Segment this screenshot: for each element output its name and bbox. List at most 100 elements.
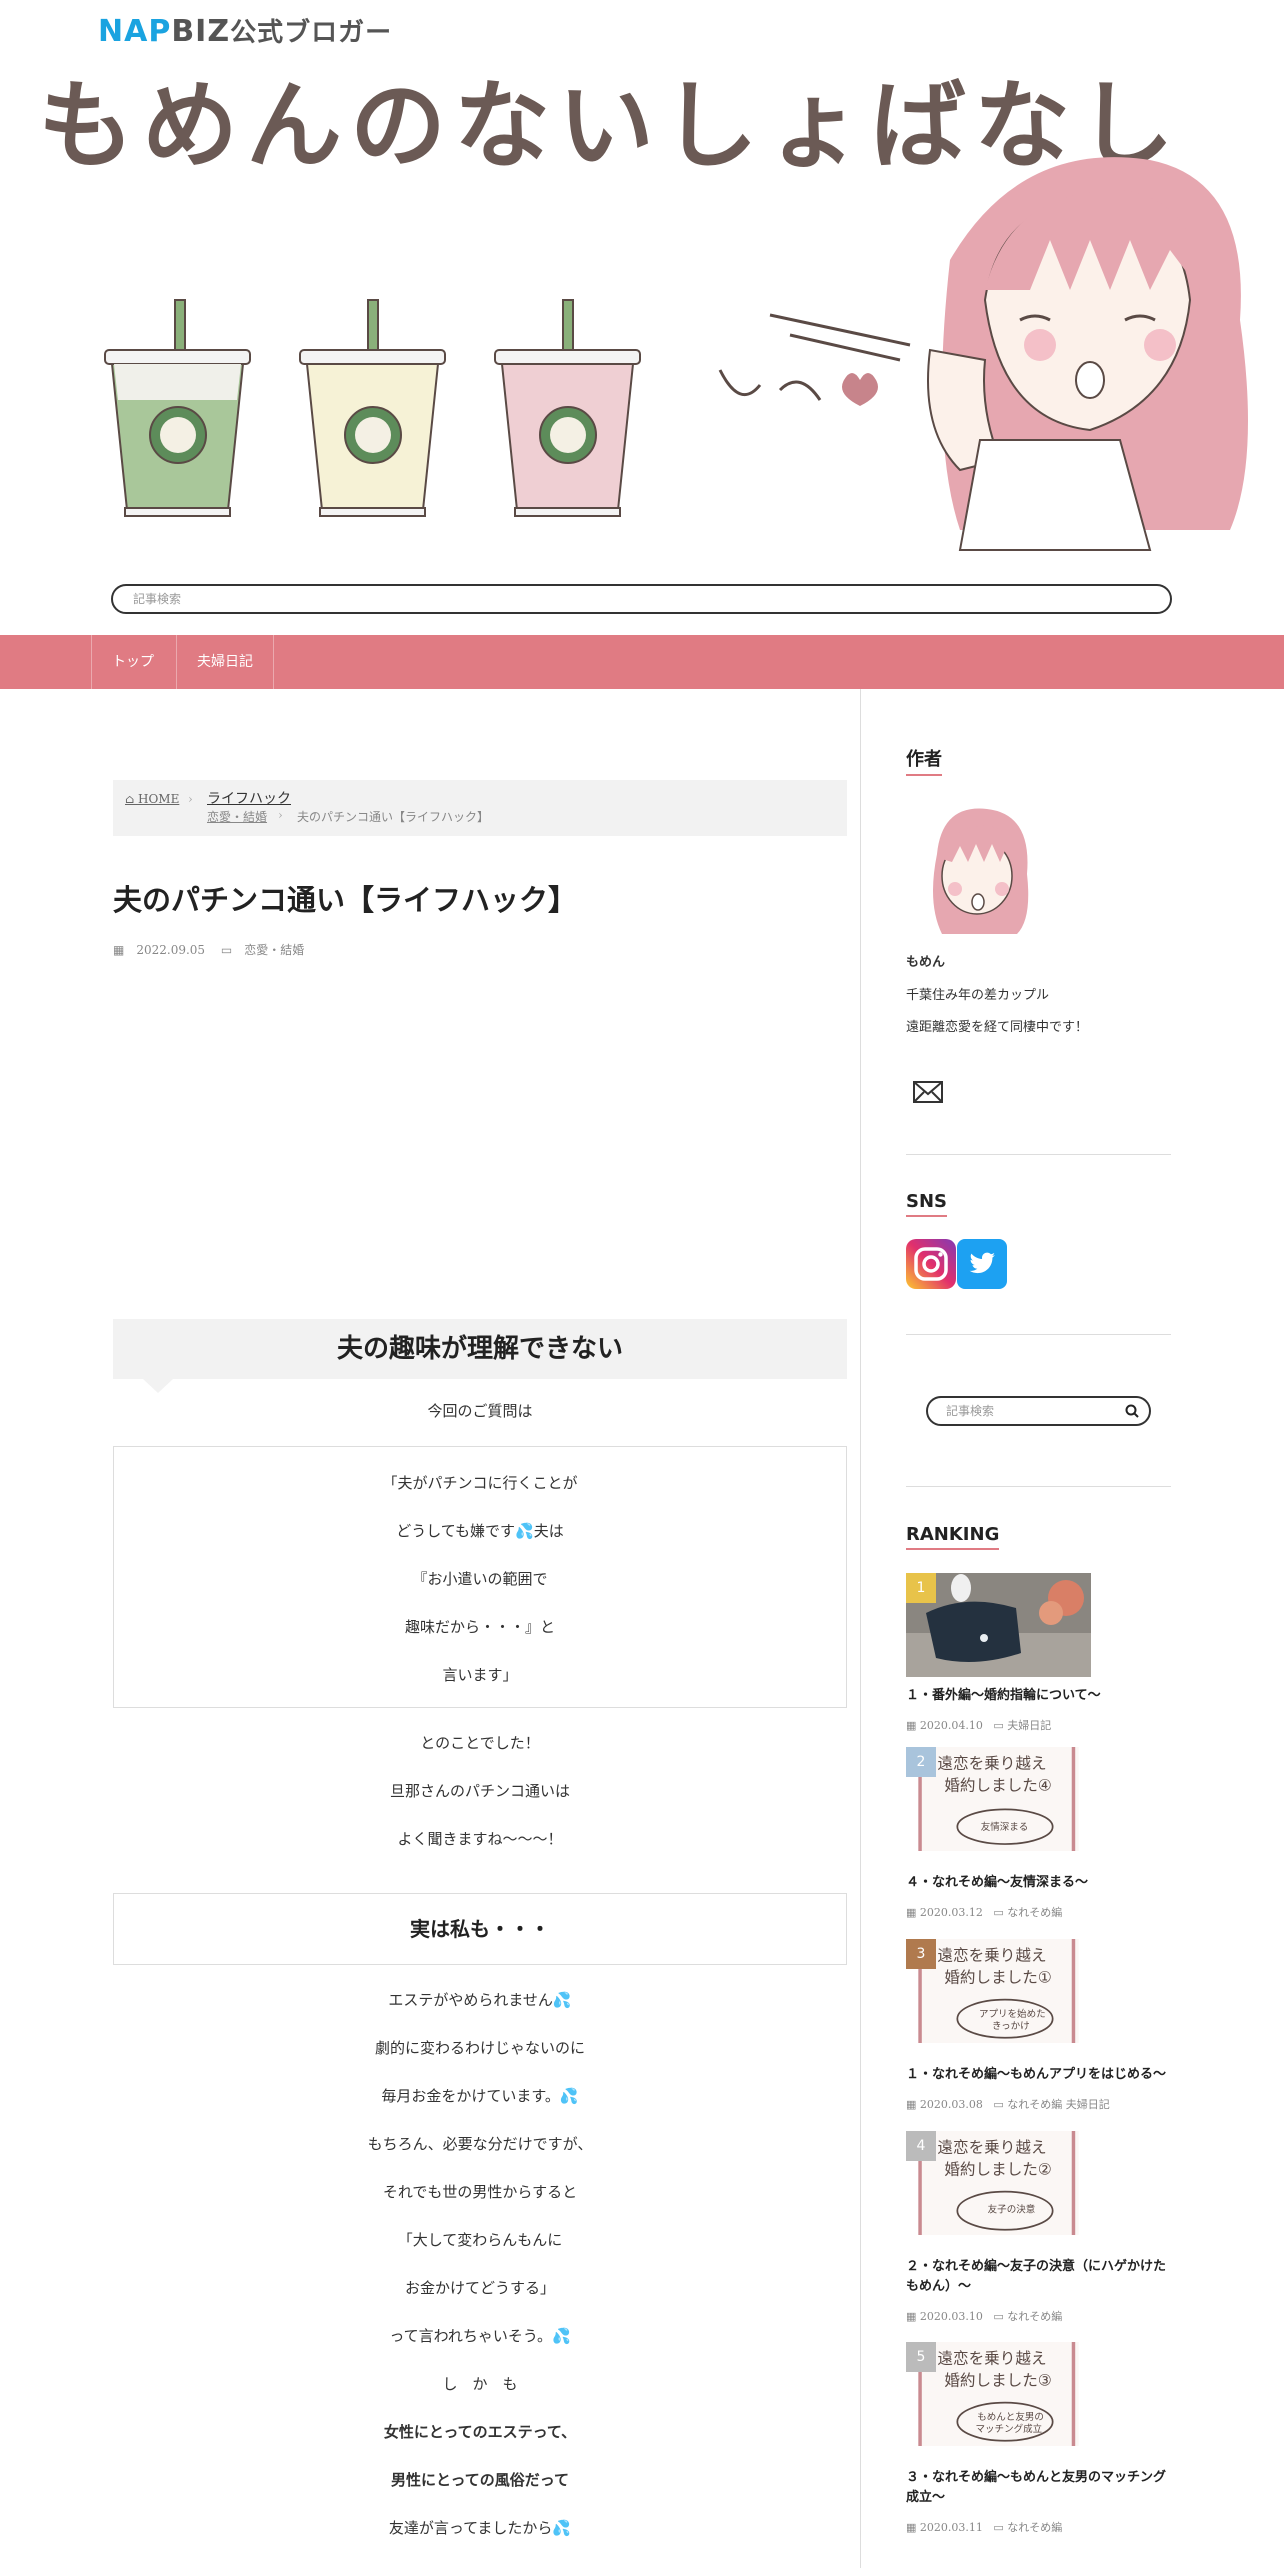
nav-item-top[interactable]: トップ bbox=[91, 635, 174, 689]
folder-icon: ▭ bbox=[993, 1719, 1008, 1732]
ranking-meta: ▦ 2020.03.11 ▭ なれそめ編 bbox=[906, 2519, 1062, 2535]
post-title: 夫のパチンコ通い【ライフハック】 bbox=[113, 883, 578, 917]
girl-illustration bbox=[927, 157, 1248, 551]
intro-text: 今回のご質問は bbox=[427, 1402, 533, 1420]
folder-icon: ▭ bbox=[220, 943, 233, 957]
quote-line: 「夫がパチンコに行くことが bbox=[382, 1474, 578, 1492]
body-text: 毎月お金をかけています。💦 bbox=[381, 2087, 579, 2105]
ranking-date: 2020.03.12 bbox=[919, 1906, 983, 1919]
ranking-date: 2020.03.11 bbox=[919, 2521, 983, 2534]
body-text: 旦那さんのパチンコ通いは bbox=[389, 1782, 570, 1800]
widget-divider bbox=[906, 1334, 1171, 1335]
svg-text:きっかけ: きっかけ bbox=[992, 2021, 1030, 2032]
sidebar-search-input[interactable]: 記事検索 bbox=[926, 1396, 1151, 1426]
ranking-date: 2020.04.10 bbox=[919, 1719, 983, 1732]
sidebar-divider bbox=[860, 689, 861, 2568]
author-avatar[interactable] bbox=[922, 804, 1032, 934]
green-drink-illustration bbox=[104, 299, 251, 517]
breadcrumb-home-label: HOME bbox=[137, 792, 180, 806]
body-text-bold: 女性にとってのエステって、 bbox=[383, 2423, 577, 2441]
sidebar-search-placeholder: 記事検索 bbox=[946, 1404, 995, 1418]
nav-item-couple-diary[interactable]: 夫婦日記 bbox=[176, 635, 274, 689]
post-date: 2022.09.05 bbox=[136, 943, 206, 957]
header-search-input[interactable]: 記事検索 bbox=[111, 584, 1172, 614]
calendar-icon: ▦ bbox=[906, 2521, 920, 2534]
body-text: って言われちゃいそう。💦 bbox=[389, 2327, 571, 2345]
ranking-category[interactable]: なれそめ編 bbox=[1007, 2310, 1062, 2323]
cream-drink-illustration bbox=[299, 299, 446, 517]
instagram-icon[interactable] bbox=[906, 1239, 956, 1289]
chevron-right-icon: › bbox=[278, 808, 283, 822]
ranking-meta: ▦ 2020.04.10 ▭ 夫婦日記 bbox=[906, 1717, 1051, 1733]
ranking-number: 2 bbox=[906, 1747, 936, 1777]
svg-text:婚約しました①: 婚約しました① bbox=[944, 1968, 1052, 1986]
body-text: し か も bbox=[442, 2375, 518, 2393]
ranking-category[interactable]: 夫婦日記 bbox=[1007, 1719, 1051, 1732]
svg-text:婚約しました②: 婚約しました② bbox=[944, 2160, 1052, 2178]
svg-text:友情深まる: 友情深まる bbox=[981, 1821, 1029, 1833]
svg-text:遠恋を乗り越え: 遠恋を乗り越え bbox=[937, 2138, 1046, 2157]
breadcrumb-home[interactable]: ⌂ HOME bbox=[125, 792, 179, 806]
calendar-icon: ▦ bbox=[113, 943, 125, 957]
post-category[interactable]: 恋愛・結婚 bbox=[244, 943, 304, 957]
widget-divider bbox=[906, 1154, 1171, 1155]
ranking-title[interactable]: ３・なれそめ編〜もめんと友男のマッチング成立〜 bbox=[906, 2468, 1171, 2508]
ranking-category[interactable]: なれそめ編 bbox=[1007, 1906, 1062, 1919]
author-name: もめん bbox=[906, 955, 946, 970]
ranking-number: 5 bbox=[906, 2342, 936, 2372]
ranking-date: 2020.03.08 bbox=[919, 2098, 983, 2111]
svg-text:友子の決意: 友子の決意 bbox=[988, 2203, 1036, 2215]
ranking-category[interactable]: なれそめ編 bbox=[1007, 2521, 1062, 2534]
folder-icon: ▭ bbox=[993, 1906, 1008, 1919]
mail-icon[interactable] bbox=[912, 1079, 944, 1105]
svg-text:アプリを始めた: アプリを始めた bbox=[979, 2008, 1046, 2020]
ranking-meta: ▦ 2020.03.08 ▭ なれそめ編 夫婦日記 bbox=[906, 2096, 1110, 2112]
breadcrumb-current: 夫のパチンコ通い【ライフハック】 bbox=[297, 810, 490, 824]
svg-text:遠恋を乗り越え: 遠恋を乗り越え bbox=[937, 1946, 1046, 1965]
breadcrumb: ⌂ HOME › ライフハック 恋愛・結婚 › 夫のパチンコ通い【ライフハック】 bbox=[113, 780, 847, 836]
ranking-number: 1 bbox=[906, 1573, 936, 1603]
calendar-icon: ▦ bbox=[906, 2310, 920, 2323]
napbiz-badge[interactable]: NAPBIZ公式ブロガー bbox=[98, 12, 392, 49]
body-text: もちろん、必要な分だけですが、 bbox=[367, 2135, 593, 2153]
quote-line: 言います」 bbox=[442, 1666, 518, 1684]
badge-blogger: 公式ブロガー bbox=[230, 18, 393, 48]
ranking-meta: ▦ 2020.03.12 ▭ なれそめ編 bbox=[906, 1904, 1062, 1920]
ranking-number: 3 bbox=[906, 1939, 936, 1969]
section-heading-h3: 実は私も・・・ bbox=[113, 1893, 847, 1965]
ranking-title[interactable]: ４・なれそめ編〜友情深まる〜 bbox=[906, 1873, 1171, 1893]
body-text-bold: 男性にとっての風俗だって bbox=[390, 2471, 570, 2489]
twitter-icon[interactable] bbox=[957, 1239, 1007, 1289]
breadcrumb-category[interactable]: 恋愛・結婚 bbox=[207, 808, 267, 825]
body-text: 劇的に変わるわけじゃないのに bbox=[374, 2039, 585, 2057]
ranking-meta: ▦ 2020.03.10 ▭ なれそめ編 bbox=[906, 2308, 1062, 2324]
quote-line: どうしても嫌です💦夫は bbox=[396, 1522, 564, 1540]
folder-icon: ▭ bbox=[993, 2310, 1008, 2323]
body-text: よく聞きますね〜〜〜！ bbox=[397, 1830, 563, 1848]
breadcrumb-lifehack[interactable]: ライフハック bbox=[207, 788, 291, 808]
ranking-category[interactable]: なれそめ編 夫婦日記 bbox=[1007, 2098, 1110, 2111]
header-illustration bbox=[104, 157, 1248, 551]
ranking-title[interactable]: １・なれそめ編〜もめんアプリをはじめる〜 bbox=[906, 2065, 1171, 2085]
pink-drink-illustration bbox=[494, 299, 641, 517]
body-text: とのことでした！ bbox=[420, 1734, 540, 1752]
calendar-icon: ▦ bbox=[906, 1719, 920, 1732]
calendar-icon: ▦ bbox=[906, 2098, 920, 2111]
widget-title-ranking: RANKING bbox=[906, 1524, 1000, 1550]
body-text: お金かけてどうする」 bbox=[404, 2279, 555, 2297]
folder-icon: ▭ bbox=[993, 2098, 1008, 2111]
calendar-icon: ▦ bbox=[906, 1906, 920, 1919]
author-description: 千葉住み年の差カップル bbox=[906, 988, 1050, 1003]
badge-nap: NAP bbox=[98, 14, 172, 49]
ranking-title[interactable]: １・番外編〜婚約指輪について〜 bbox=[906, 1686, 1171, 1706]
body-text: 友達が言ってましたから💦 bbox=[388, 2519, 572, 2537]
search-icon[interactable] bbox=[1125, 1404, 1139, 1418]
svg-text:婚約しました④: 婚約しました④ bbox=[944, 1776, 1052, 1794]
svg-text:婚約しました③: 婚約しました③ bbox=[944, 2371, 1052, 2389]
badge-biz: BIZ bbox=[171, 14, 231, 49]
widget-divider bbox=[906, 1486, 1171, 1487]
ranking-title[interactable]: ２・なれそめ編〜友子の決意（にハゲかけたもめん）〜 bbox=[906, 2257, 1171, 2297]
folder-icon: ▭ bbox=[993, 2521, 1008, 2534]
post-meta: ▦ 2022.09.05 ▭ 恋愛・結婚 bbox=[113, 941, 316, 958]
quote-line: 趣味だから・・・』と bbox=[404, 1618, 555, 1636]
